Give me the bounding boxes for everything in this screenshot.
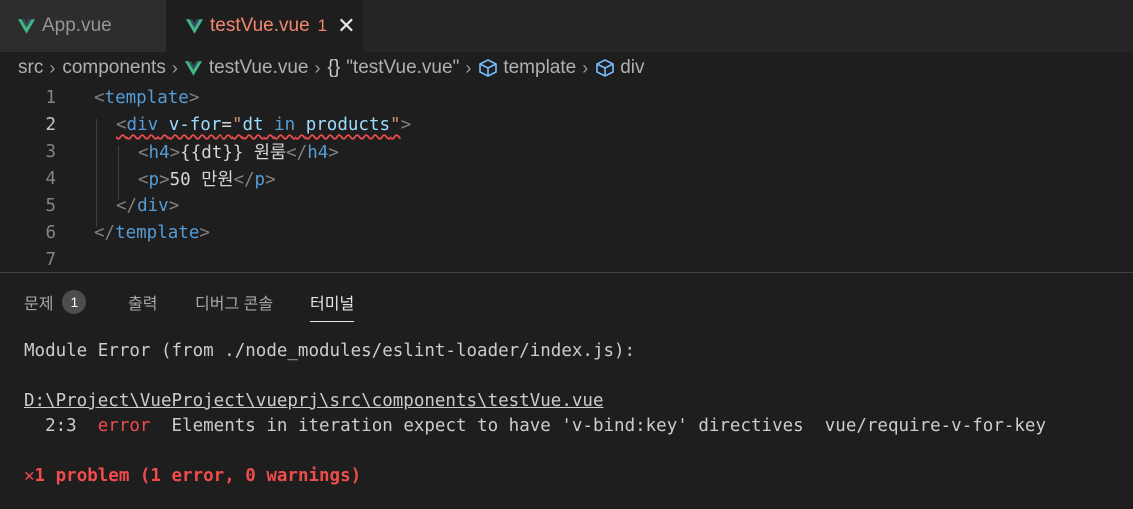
tag-name: p bbox=[148, 170, 160, 190]
error-location: 2:3 bbox=[24, 416, 98, 436]
tag-name: template bbox=[115, 222, 200, 243]
breadcrumb-template[interactable]: template bbox=[503, 57, 576, 79]
code-line: 7 bbox=[0, 246, 1133, 273]
vue-file-icon bbox=[184, 60, 202, 76]
tag-bracket: </ bbox=[94, 222, 116, 243]
breadcrumb-components[interactable]: components bbox=[62, 57, 166, 79]
tab-testvue-vue[interactable]: testVue.vue 1 ✕ bbox=[166, 0, 363, 52]
breadcrumb-div[interactable]: div bbox=[620, 57, 644, 79]
tag-bracket: > bbox=[265, 170, 276, 190]
chevron-right-icon: › bbox=[49, 57, 56, 78]
tab-debug-console[interactable]: 디버그 콘솔 bbox=[195, 289, 273, 315]
cube-icon bbox=[479, 59, 498, 77]
terminal-line: Module Error (from ./node_modules/eslint… bbox=[24, 341, 636, 361]
terminal-error-line: 2:3 error Elements in iteration expect t… bbox=[24, 416, 1046, 436]
line-number: 2 bbox=[45, 114, 56, 135]
problem-count-badge: 1 bbox=[317, 16, 328, 35]
code-editor[interactable]: 1 <template> 2 <div v-for="dt in product… bbox=[0, 84, 1133, 272]
error-x-icon: ✕ bbox=[24, 466, 35, 486]
tab-label: 출력 bbox=[128, 296, 158, 313]
tag-bracket: < bbox=[138, 143, 149, 163]
variable: dt bbox=[242, 114, 264, 135]
text-content: {{dt}} 원룸 bbox=[180, 143, 287, 163]
line-number: 6 bbox=[45, 222, 56, 243]
editor-tab-bar: App.vue testVue.vue 1 ✕ bbox=[0, 0, 1133, 52]
chevron-right-icon: › bbox=[465, 57, 472, 78]
tab-output[interactable]: 출력 bbox=[128, 289, 157, 315]
variable: products bbox=[305, 114, 391, 135]
chevron-right-icon: › bbox=[314, 57, 321, 78]
tag-bracket: </ bbox=[286, 143, 308, 163]
quote: " bbox=[390, 114, 401, 135]
chevron-right-icon: › bbox=[171, 57, 178, 78]
tag-bracket: > bbox=[188, 87, 200, 108]
tab-label: 문제 bbox=[24, 296, 54, 313]
tab-app-vue[interactable]: App.vue bbox=[0, 0, 166, 52]
close-icon[interactable]: ✕ bbox=[337, 15, 355, 37]
tag-bracket: > bbox=[168, 195, 180, 216]
cube-icon bbox=[596, 59, 615, 77]
tag-name: div bbox=[137, 195, 169, 216]
breadcrumb-block[interactable]: "testVue.vue" bbox=[346, 57, 459, 79]
tag-bracket: > bbox=[400, 114, 412, 135]
tag-name: template bbox=[104, 87, 189, 108]
tag-name: p bbox=[254, 170, 266, 190]
breadcrumb: src › components › testVue.vue › {} "tes… bbox=[0, 52, 1133, 84]
tab-terminal[interactable]: 터미널 bbox=[310, 289, 355, 322]
code-line: 3 <h4>{{dt}} 원룸</h4> bbox=[0, 138, 1133, 165]
quote: " bbox=[231, 114, 243, 135]
tag-bracket: </ bbox=[233, 170, 255, 190]
line-number: 5 bbox=[45, 195, 56, 216]
line-number: 3 bbox=[45, 141, 56, 162]
problem-count-badge: 1 bbox=[62, 290, 87, 314]
tag-name: div bbox=[126, 114, 159, 135]
tab-label: 터미널 bbox=[310, 296, 355, 313]
tag-name: h4 bbox=[307, 143, 329, 163]
terminal-file-path[interactable]: D:\Project\VueProject\vueprj\src\compone… bbox=[24, 391, 603, 411]
tab-problems[interactable]: 문제 1 bbox=[24, 289, 87, 315]
breadcrumb-src[interactable]: src bbox=[18, 57, 43, 79]
code-line: 6 </template> bbox=[0, 219, 1133, 246]
terminal-summary: ✕1 problem (1 error, 0 warnings) bbox=[24, 466, 361, 486]
tag-bracket: </ bbox=[116, 195, 138, 216]
line-number: 4 bbox=[45, 168, 56, 189]
breadcrumb-file[interactable]: testVue.vue bbox=[209, 57, 309, 79]
tab-label: testVue.vue bbox=[210, 15, 310, 36]
attribute-name: v-for bbox=[168, 114, 222, 135]
tag-bracket: > bbox=[159, 170, 170, 190]
tag-bracket: > bbox=[328, 143, 339, 163]
code-line: 4 <p>50 만원</p> bbox=[0, 165, 1133, 192]
keyword: in bbox=[274, 114, 296, 135]
tag-name: h4 bbox=[148, 143, 170, 163]
tag-bracket: < bbox=[138, 170, 149, 190]
error-level: error bbox=[97, 416, 151, 436]
tag-bracket: > bbox=[169, 143, 181, 163]
tag-bracket: > bbox=[199, 222, 210, 243]
code-line: 5 </div> bbox=[0, 192, 1133, 219]
chevron-right-icon: › bbox=[582, 57, 589, 78]
code-line: 1 <template> bbox=[0, 84, 1133, 111]
error-message: Elements in iteration expect to have 'v-… bbox=[150, 416, 1047, 436]
tab-label: 디버그 콘솔 bbox=[195, 296, 274, 313]
vue-file-icon bbox=[18, 18, 35, 34]
text-content: 50 만원 bbox=[169, 170, 234, 190]
problem-summary: 1 problem (1 error, 0 warnings) bbox=[34, 466, 362, 486]
bottom-panel: 문제 1 출력 디버그 콘솔 터미널 Module Error (from ./… bbox=[0, 273, 1133, 509]
error-squiggle[interactable]: <div v-for="dt in products" bbox=[116, 115, 401, 135]
equals: = bbox=[221, 114, 232, 135]
code-line-active: 2 <div v-for="dt in products"> bbox=[0, 111, 1133, 138]
tag-bracket: < bbox=[116, 114, 127, 135]
braces-icon: {} bbox=[327, 57, 341, 78]
line-number: 1 bbox=[45, 87, 56, 108]
tab-label: App.vue bbox=[42, 15, 112, 36]
line-number: 7 bbox=[45, 249, 56, 270]
vue-file-icon bbox=[186, 18, 203, 34]
tag-bracket: < bbox=[94, 87, 105, 108]
